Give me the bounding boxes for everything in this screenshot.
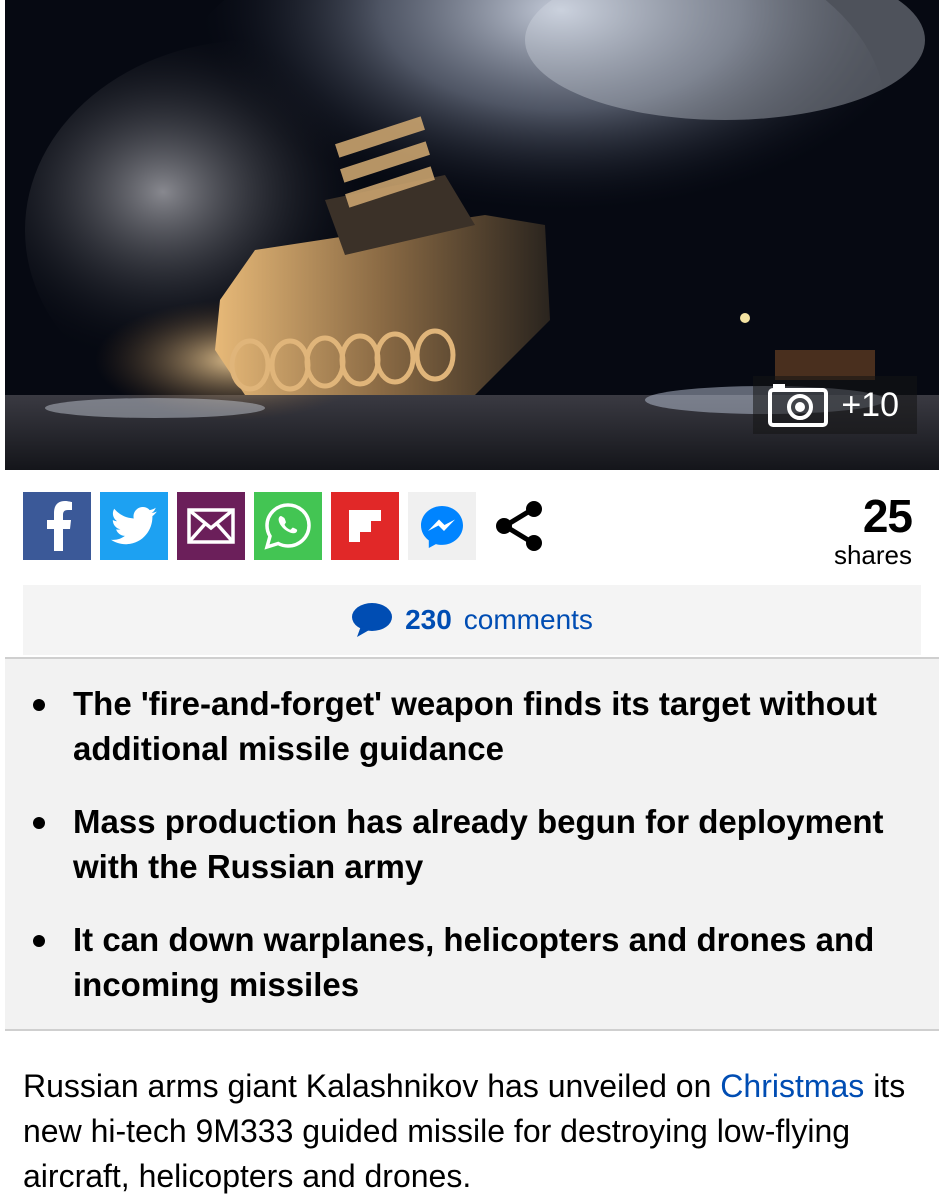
speech-bubble-icon bbox=[352, 603, 393, 637]
whatsapp-share-button[interactable] bbox=[254, 492, 322, 560]
share-bar bbox=[23, 492, 553, 562]
gallery-badge[interactable]: +10 bbox=[753, 376, 917, 434]
flipboard-share-button[interactable] bbox=[331, 492, 399, 560]
comments-label: comments bbox=[463, 604, 593, 635]
comments-count: 230 bbox=[405, 604, 452, 635]
article-paragraph: Russian arms giant Kalashnikov has unvei… bbox=[23, 1064, 923, 1199]
share-count: 25 shares bbox=[833, 490, 913, 570]
facebook-share-button[interactable] bbox=[23, 492, 91, 560]
messenger-share-button[interactable] bbox=[408, 492, 476, 560]
more-share-button[interactable] bbox=[485, 492, 553, 560]
share-icon bbox=[496, 501, 542, 551]
share-count-number: 25 bbox=[862, 490, 913, 542]
messenger-icon bbox=[421, 506, 463, 548]
article-text: Russian arms giant Kalashnikov has unvei… bbox=[23, 1068, 721, 1104]
gallery-count: +10 bbox=[841, 385, 899, 424]
flipboard-icon bbox=[349, 510, 381, 542]
highlight-item: It can down warplanes, helicopters and d… bbox=[33, 917, 899, 1007]
christmas-link[interactable]: Christmas bbox=[720, 1068, 864, 1104]
camera-icon bbox=[768, 384, 829, 427]
twitter-share-button[interactable] bbox=[100, 492, 168, 560]
share-count-label: shares bbox=[833, 540, 912, 570]
facebook-icon bbox=[47, 501, 72, 551]
highlight-item: Mass production has already begun for de… bbox=[33, 799, 899, 889]
comments-link[interactable]: 230 comments bbox=[23, 585, 921, 655]
article-highlights: The 'fire-and-forget' weapon finds its t… bbox=[5, 657, 939, 1031]
hero-image[interactable]: +10 bbox=[5, 0, 939, 470]
whatsapp-icon bbox=[264, 503, 311, 550]
highlight-item: The 'fire-and-forget' weapon finds its t… bbox=[33, 681, 899, 771]
twitter-icon bbox=[111, 507, 157, 545]
email-icon bbox=[187, 508, 235, 544]
email-share-button[interactable] bbox=[177, 492, 245, 560]
